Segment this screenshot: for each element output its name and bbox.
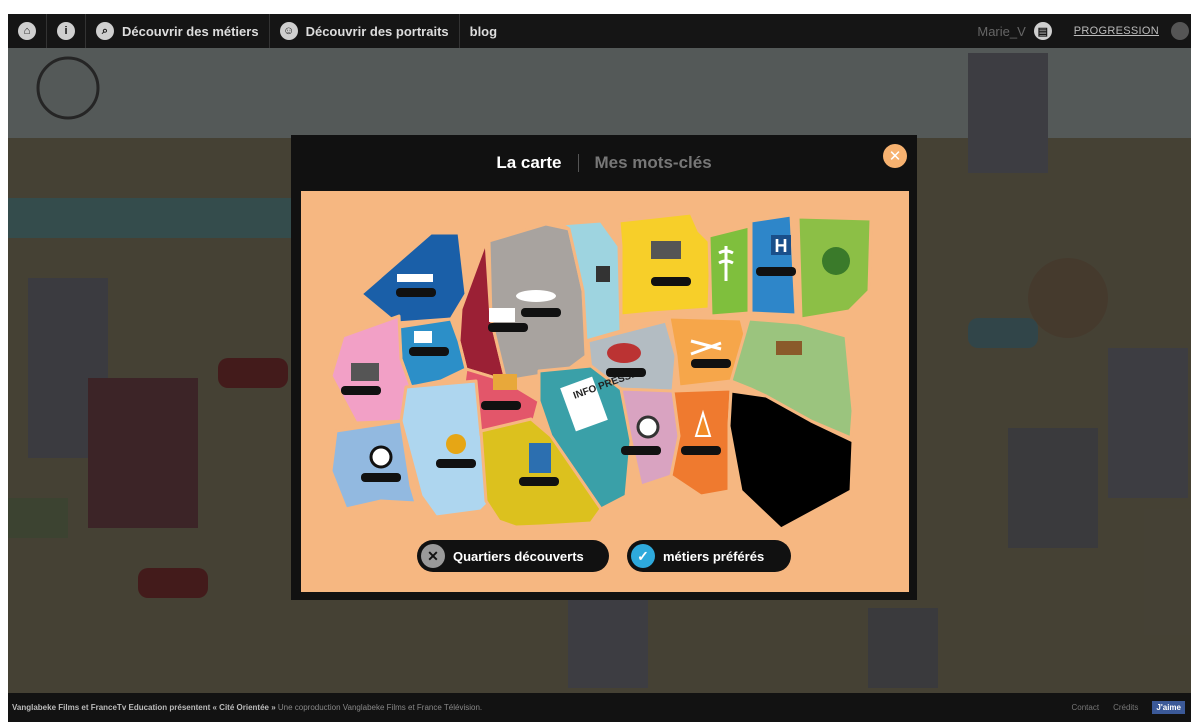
badge-plane: [521, 308, 561, 317]
info-icon: i: [57, 22, 75, 40]
district-map: H INFO PRESSE: [329, 211, 873, 531]
favorite-jobs-button[interactable]: ✓ métiers préférés: [627, 540, 791, 572]
badge-typewriter: [341, 386, 381, 395]
camera-icon: [596, 266, 610, 282]
gas-pump-icon: [529, 443, 551, 473]
plane-icon: [516, 290, 556, 302]
info-button[interactable]: i: [47, 14, 86, 48]
discover-portraits-label: Découvrir des portraits: [305, 23, 449, 39]
discover-jobs-label: Découvrir des métiers: [122, 23, 259, 39]
discovered-districts-button[interactable]: ✕ Quartiers découverts: [417, 540, 609, 572]
badge-police: [409, 347, 449, 356]
close-icon[interactable]: [1171, 22, 1189, 40]
badge-cone: [681, 446, 721, 455]
badge-factory: [488, 323, 528, 332]
top-nav: ⌂ i ⌕ Découvrir des métiers ☺ Découvrir de…: [8, 14, 1191, 48]
coin-icon: [446, 434, 466, 454]
home-icon: ⌂: [18, 22, 36, 40]
tab-map[interactable]: La carte: [496, 153, 561, 173]
blog-link[interactable]: blog: [460, 14, 507, 48]
district-cone[interactable]: [669, 387, 733, 498]
discover-jobs-link[interactable]: ⌕ Découvrir des métiers: [86, 14, 270, 48]
modal-tabs: La carte Mes mots-clés: [291, 135, 917, 191]
check-circle-icon: ✓: [631, 544, 655, 568]
badge-meat: [606, 368, 646, 377]
badge-scissors: [691, 359, 731, 368]
city-map: H INFO PRESSE ✕ Quartiers découverts ✓ m…: [301, 191, 909, 592]
hospital-label: H: [775, 236, 788, 256]
badge-hospital: [756, 267, 796, 276]
badge-gas-pump: [519, 477, 559, 486]
badge-theater: [481, 401, 521, 410]
home-button[interactable]: ⌂: [8, 14, 47, 48]
police-icon: [414, 331, 432, 343]
footer: Vanglabeke Films et FranceTv Education p…: [8, 693, 1191, 722]
like-label: J'aime: [1156, 703, 1181, 712]
portraits-icon: ☺: [279, 22, 298, 40]
tab-keywords[interactable]: Mes mots-clés: [595, 153, 712, 173]
stump-icon: [776, 341, 802, 355]
favorite-jobs-label: métiers préférés: [663, 548, 765, 564]
typewriter-icon: [351, 363, 379, 381]
discover-portraits-link[interactable]: ☺ Découvrir des portraits: [270, 14, 460, 48]
credit-bold: Vanglabeke Films et FranceTv Education p…: [12, 703, 276, 712]
theater-icon: [493, 374, 517, 390]
username[interactable]: Marie_V: [969, 24, 1033, 39]
football-icon: [369, 445, 393, 469]
tab-separator: [577, 154, 579, 172]
credits-link[interactable]: Crédits: [1113, 703, 1138, 712]
badge-ship: [396, 288, 436, 297]
paint-icon: [651, 241, 681, 259]
progression-link[interactable]: PROGRESSION: [1062, 25, 1171, 37]
ship-icon: [397, 274, 433, 282]
footer-credit: Vanglabeke Films et FranceTv Education p…: [8, 703, 482, 712]
discovered-districts-label: Quartiers découverts: [453, 548, 584, 564]
credit-rest: Une coproduction Vanglabeke Films et Fra…: [275, 703, 483, 712]
badge-coin: [436, 459, 476, 468]
district-caduceus[interactable]: [707, 224, 751, 318]
profile-icon[interactable]: ▤: [1033, 22, 1052, 40]
plant-icon: [822, 247, 850, 275]
badge-paint: [651, 277, 691, 286]
district-paint[interactable]: [617, 211, 713, 318]
close-circle-icon: ✕: [421, 544, 445, 568]
map-modal: La carte Mes mots-clés ✕ H INFO PRESSE ✕…: [291, 135, 917, 600]
badge-disc: [621, 446, 661, 455]
meat-icon: [607, 343, 641, 363]
blog-label: blog: [469, 23, 498, 39]
district-hospital[interactable]: [749, 213, 798, 317]
footer-links: Contact Crédits J'aime: [1071, 701, 1191, 714]
factory-icon: [489, 308, 515, 322]
badge-football: [361, 473, 401, 482]
facebook-like-button[interactable]: J'aime: [1152, 701, 1185, 714]
search-icon: ⌕: [96, 22, 114, 40]
contact-link[interactable]: Contact: [1071, 703, 1099, 712]
disc-icon: [636, 415, 660, 439]
close-modal-button[interactable]: ✕: [883, 144, 907, 168]
district-plane[interactable]: [487, 222, 588, 383]
